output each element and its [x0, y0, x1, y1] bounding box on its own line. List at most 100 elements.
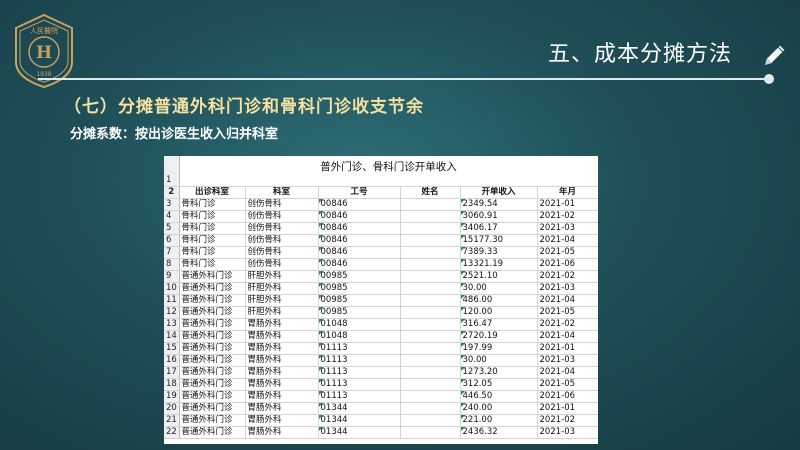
- cell-name[interactable]: [400, 234, 461, 247]
- cell-ward[interactable]: 创伤骨科: [245, 210, 319, 223]
- cell-id[interactable]: 01344: [318, 414, 401, 427]
- cell-ward[interactable]: 胃肠外科: [245, 354, 319, 367]
- cell-income[interactable]: 30.00: [460, 282, 538, 295]
- cell-ward[interactable]: 胃肠外科: [245, 330, 319, 343]
- cell-income[interactable]: 446.50: [460, 390, 538, 403]
- cell-ward[interactable]: 创伤骨科: [245, 246, 319, 259]
- cell-id[interactable]: 00846: [318, 222, 401, 235]
- cell-income[interactable]: 2436.32: [460, 426, 538, 439]
- cell-dept[interactable]: 普通外科门诊: [179, 414, 246, 427]
- cell-ward[interactable]: 肝胆外科: [245, 282, 319, 295]
- cell-ward[interactable]: 胃肠外科: [245, 342, 319, 355]
- cell-id[interactable]: 01113: [318, 366, 401, 379]
- cell-dept[interactable]: 普通外科门诊: [179, 402, 246, 415]
- cell-id[interactable]: 00846: [318, 258, 401, 271]
- cell-id[interactable]: 00985: [318, 270, 401, 283]
- cell-month[interactable]: 2021-03: [537, 222, 598, 235]
- cell-month[interactable]: 2021-04: [537, 294, 598, 307]
- cell-name[interactable]: [400, 246, 461, 259]
- cell-month[interactable]: 2021-02: [537, 270, 598, 283]
- cell-income[interactable]: 2521.10: [460, 270, 538, 283]
- cell-name[interactable]: [400, 390, 461, 403]
- cell-month[interactable]: 2021-01: [537, 198, 598, 211]
- cell-ward[interactable]: 创伤骨科: [245, 222, 319, 235]
- cell-month[interactable]: 2021-05: [537, 306, 598, 319]
- cell-dept[interactable]: 骨科门诊: [179, 210, 246, 223]
- cell-income[interactable]: 197.99: [460, 342, 538, 355]
- cell-dept[interactable]: 骨科门诊: [179, 222, 246, 235]
- cell-dept[interactable]: 骨科门诊: [179, 234, 246, 247]
- row-number[interactable]: 3: [164, 198, 180, 211]
- cell-name[interactable]: [400, 318, 461, 331]
- cell-id[interactable]: 01113: [318, 390, 401, 403]
- cell-income[interactable]: 486.00: [460, 294, 538, 307]
- row-number[interactable]: 22: [164, 426, 180, 439]
- row-number[interactable]: 8: [164, 258, 180, 271]
- cell-name[interactable]: [400, 330, 461, 343]
- cell-name[interactable]: [400, 414, 461, 427]
- row-number[interactable]: 6: [164, 234, 180, 247]
- cell-name[interactable]: [400, 258, 461, 271]
- row-number[interactable]: 7: [164, 246, 180, 259]
- cell-month[interactable]: 2021-04: [537, 366, 598, 379]
- cell-dept[interactable]: 骨科门诊: [179, 198, 246, 211]
- cell-income[interactable]: 15177.30: [460, 234, 538, 247]
- cell-name[interactable]: [400, 426, 461, 439]
- cell-income[interactable]: 3406.17: [460, 222, 538, 235]
- cell-name[interactable]: [400, 378, 461, 391]
- cell-ward[interactable]: 肝胆外科: [245, 270, 319, 283]
- cell-month[interactable]: 2021-05: [537, 246, 598, 259]
- cell-income[interactable]: 2349.54: [460, 198, 538, 211]
- cell-month[interactable]: 2021-06: [537, 390, 598, 403]
- cell-id[interactable]: 01048: [318, 330, 401, 343]
- cell-dept[interactable]: 普通外科门诊: [179, 390, 246, 403]
- cell-dept[interactable]: 骨科门诊: [179, 258, 246, 271]
- cell-ward[interactable]: 肝胆外科: [245, 306, 319, 319]
- row-number[interactable]: 5: [164, 222, 180, 235]
- cell-name[interactable]: [400, 342, 461, 355]
- cell-name[interactable]: [400, 210, 461, 223]
- cell-id[interactable]: 01048: [318, 318, 401, 331]
- cell-income[interactable]: 221.00: [460, 414, 538, 427]
- cell-month[interactable]: 2021-03: [537, 354, 598, 367]
- cell-month[interactable]: 2021-02: [537, 210, 598, 223]
- cell-id[interactable]: 00846: [318, 198, 401, 211]
- row-number[interactable]: 9: [164, 270, 180, 283]
- cell-ward[interactable]: 胃肠外科: [245, 318, 319, 331]
- cell-id[interactable]: 00846: [318, 210, 401, 223]
- cell-dept[interactable]: 骨科门诊: [179, 246, 246, 259]
- column-header-ward[interactable]: 科室: [245, 186, 319, 199]
- cell-id[interactable]: 00846: [318, 246, 401, 259]
- sheet-title[interactable]: 普外门诊、骨科门诊开单收入: [179, 156, 598, 187]
- cell-month[interactable]: 2021-03: [537, 426, 598, 439]
- cell-month[interactable]: 2021-03: [537, 282, 598, 295]
- column-header-id[interactable]: 工号: [318, 186, 401, 199]
- cell-ward[interactable]: 创伤骨科: [245, 258, 319, 271]
- row-number[interactable]: 2: [164, 186, 180, 199]
- column-header-month[interactable]: 年月: [537, 186, 598, 199]
- column-header-dept[interactable]: 出诊科室: [179, 186, 246, 199]
- cell-id[interactable]: 01113: [318, 354, 401, 367]
- cell-ward[interactable]: 创伤骨科: [245, 234, 319, 247]
- cell-name[interactable]: [400, 354, 461, 367]
- cell-income[interactable]: 312.05: [460, 378, 538, 391]
- cell-ward[interactable]: 胃肠外科: [245, 402, 319, 415]
- cell-id[interactable]: 01344: [318, 402, 401, 415]
- cell-dept[interactable]: 普通外科门诊: [179, 426, 246, 439]
- cell-ward[interactable]: 胃肠外科: [245, 390, 319, 403]
- cell-id[interactable]: 00985: [318, 294, 401, 307]
- row-number[interactable]: 4: [164, 210, 180, 223]
- cell-month[interactable]: 2021-01: [537, 402, 598, 415]
- row-number[interactable]: 20: [164, 402, 180, 415]
- cell-ward[interactable]: 肝胆外科: [245, 294, 319, 307]
- cell-dept[interactable]: 普通外科门诊: [179, 354, 246, 367]
- cell-ward[interactable]: 创伤骨科: [245, 198, 319, 211]
- row-number[interactable]: 17: [164, 366, 180, 379]
- cell-name[interactable]: [400, 294, 461, 307]
- cell-dept[interactable]: 普通外科门诊: [179, 306, 246, 319]
- cell-income[interactable]: 7389.33: [460, 246, 538, 259]
- cell-id[interactable]: 00985: [318, 282, 401, 295]
- cell-ward[interactable]: 胃肠外科: [245, 378, 319, 391]
- cell-income[interactable]: 120.00: [460, 306, 538, 319]
- cell-name[interactable]: [400, 366, 461, 379]
